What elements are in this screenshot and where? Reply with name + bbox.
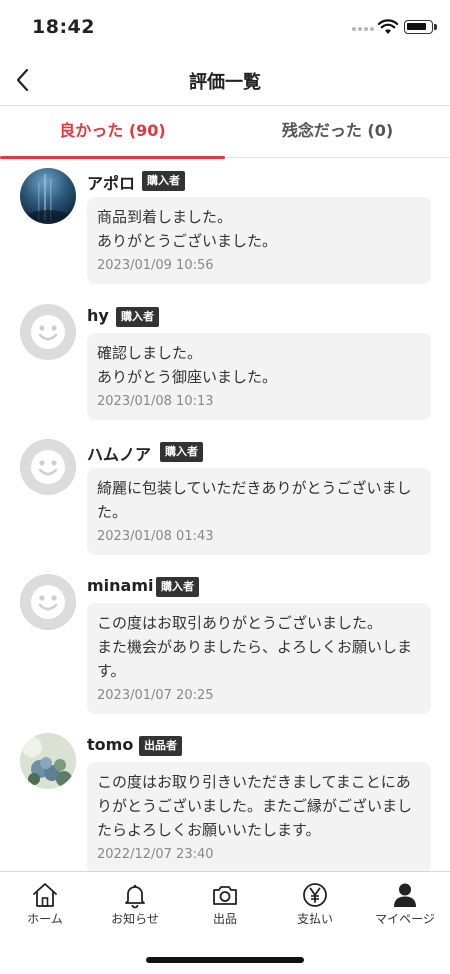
username[interactable]: ハムノア bbox=[87, 441, 151, 465]
rating-tabs: 良かった (90) 残念だった (0) bbox=[0, 106, 450, 159]
tab-payment-label: 支払い bbox=[296, 912, 333, 926]
role-badge: 購入者 bbox=[116, 307, 159, 327]
tab-payment[interactable]: 支払い bbox=[270, 872, 360, 934]
review-date: 2023/01/08 10:13 bbox=[97, 394, 214, 409]
home-indicator bbox=[146, 957, 304, 963]
default-avatar-icon bbox=[20, 439, 76, 495]
avatar-default[interactable] bbox=[20, 439, 76, 495]
home-icon bbox=[33, 883, 57, 907]
battery-icon bbox=[404, 20, 437, 34]
tab-notifications[interactable]: お知らせ bbox=[90, 872, 180, 934]
review-bubble: この度はお取引ありがとうございました。 また機会がありましたら、よろしくお願いし… bbox=[87, 603, 431, 714]
tab-good[interactable]: 良かった (90) bbox=[0, 106, 225, 159]
review-bubble: 確認しました。 ありがとう御座いました。 2023/01/08 10:13 bbox=[87, 333, 431, 420]
review-text: 綺麗に包装していただきありがとうございました。 bbox=[97, 479, 412, 521]
review-text: 確認しました。 ありがとう御座いました。 bbox=[97, 344, 278, 386]
tab-sell-label: 出品 bbox=[212, 912, 237, 926]
username[interactable]: アポロ bbox=[87, 170, 135, 194]
bottom-tab-bar: ホーム お知らせ 出品 支払い マイページ bbox=[0, 871, 450, 974]
avatar-default[interactable] bbox=[20, 574, 76, 630]
yen-icon bbox=[303, 883, 327, 907]
role-badge: 購入者 bbox=[160, 442, 203, 462]
review-bubble: 商品到着しました。 ありがとうございました。 2023/01/09 10:56 bbox=[87, 197, 431, 284]
tab-good-label: 良かった (90) bbox=[59, 121, 166, 140]
review-date: 2023/01/09 10:56 bbox=[97, 258, 214, 273]
username[interactable]: hy bbox=[87, 306, 109, 325]
default-avatar-icon bbox=[20, 574, 76, 630]
review-text: この度はお取引ありがとうございました。 また機会がありましたら、よろしくお願いし… bbox=[97, 614, 413, 680]
avatar-default[interactable] bbox=[20, 304, 76, 360]
role-badge: 出品者 bbox=[139, 736, 182, 756]
role-badge: 購入者 bbox=[142, 171, 185, 191]
tab-mypage[interactable]: マイページ bbox=[360, 872, 450, 934]
tab-bad-label: 残念だった (0) bbox=[281, 121, 394, 140]
review-text: この度はお取り引きいただきましてまことにありがとうございました。またご縁がござい… bbox=[97, 773, 413, 839]
avatar-photo[interactable] bbox=[20, 168, 76, 224]
bell-icon bbox=[125, 884, 145, 909]
tab-sell[interactable]: 出品 bbox=[180, 872, 270, 934]
battery-level bbox=[407, 23, 426, 30]
camera-icon bbox=[213, 886, 237, 905]
username[interactable]: tomo bbox=[87, 735, 133, 754]
default-avatar-icon bbox=[20, 304, 76, 360]
tab-home-label: ホーム bbox=[27, 912, 63, 926]
review-list[interactable]: アポロ 購入者 商品到着しました。 ありがとうございました。 2023/01/0… bbox=[0, 158, 450, 871]
review-date: 2023/01/08 01:43 bbox=[97, 529, 214, 544]
review-bubble: 綺麗に包装していただきありがとうございました。 2023/01/08 01:43 bbox=[87, 468, 431, 555]
page-title: 評価一覧 bbox=[189, 72, 261, 93]
flowers-photo-icon bbox=[20, 733, 76, 789]
avatar-photo[interactable] bbox=[20, 733, 76, 789]
review-date: 2022/12/07 23:40 bbox=[97, 847, 214, 862]
tab-mypage-label: マイページ bbox=[375, 912, 435, 926]
status-time: 18:42 bbox=[32, 16, 95, 38]
tab-notifications-label: お知らせ bbox=[111, 912, 159, 926]
wifi-icon bbox=[378, 19, 398, 34]
tab-home[interactable]: ホーム bbox=[0, 872, 90, 934]
username[interactable]: minami bbox=[87, 576, 154, 595]
person-icon bbox=[394, 883, 416, 907]
tab-bad[interactable]: 残念だった (0) bbox=[225, 106, 450, 158]
status-bar: 18:42 bbox=[0, 0, 450, 56]
review-date: 2023/01/07 20:25 bbox=[97, 688, 214, 703]
navigation-bar: 評価一覧 bbox=[0, 56, 450, 106]
role-badge: 購入者 bbox=[156, 577, 199, 597]
underwater-photo-icon bbox=[20, 168, 76, 224]
signal-dots-icon bbox=[352, 27, 374, 33]
review-text: 商品到着しました。 ありがとうございました。 bbox=[97, 208, 278, 250]
review-bubble: この度はお取り引きいただきましてまことにありがとうございました。またご縁がござい… bbox=[87, 762, 431, 871]
